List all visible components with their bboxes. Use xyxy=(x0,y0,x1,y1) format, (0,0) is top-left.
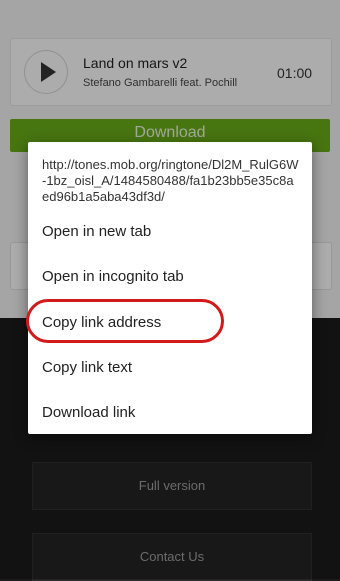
highlight-annotation xyxy=(26,299,224,343)
menu-item-copy-link-text[interactable]: Copy link text xyxy=(42,359,132,376)
link-url: http://tones.mob.org/ringtone/Dl2M_RulG6… xyxy=(42,157,299,203)
link-context-menu: http://tones.mob.org/ringtone/Dl2M_RulG6… xyxy=(28,142,312,434)
menu-item-open-new-tab[interactable]: Open in new tab xyxy=(42,223,151,240)
menu-item-open-incognito-tab[interactable]: Open in incognito tab xyxy=(42,268,184,285)
menu-item-download-link[interactable]: Download link xyxy=(42,404,135,421)
